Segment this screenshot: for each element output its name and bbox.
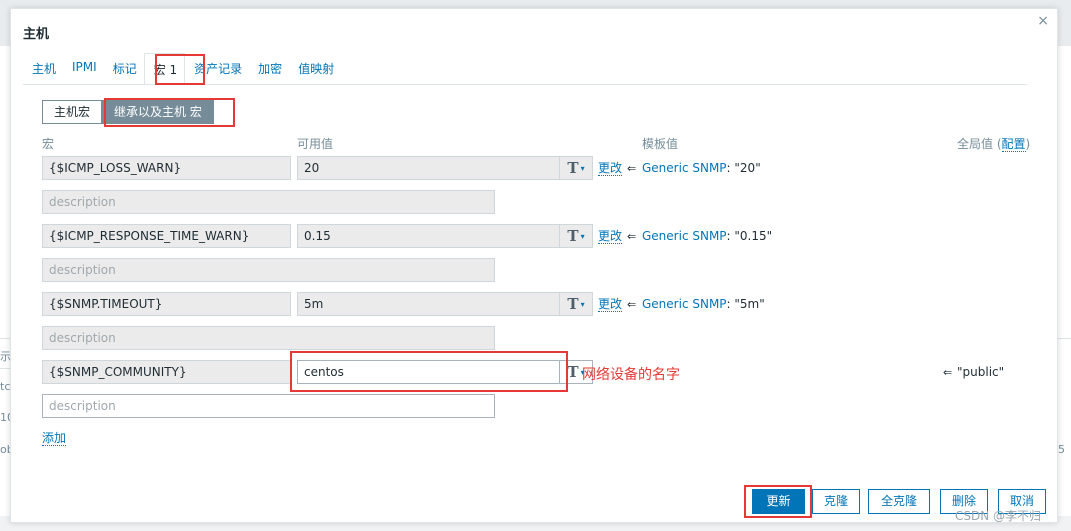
background-divider: [0, 338, 10, 339]
template-value-text: : "5m": [726, 297, 765, 311]
global-value-close: ): [1025, 137, 1031, 151]
global-value-label: 全局值 (: [957, 137, 1002, 151]
macro-value-field[interactable]: centos: [297, 360, 560, 384]
background-text: 示 ,: [0, 350, 10, 363]
inherit-arrow-icon: ⇐: [627, 298, 637, 311]
description-field[interactable]: description: [42, 326, 495, 350]
template-link[interactable]: Generic SNMP: [642, 161, 727, 175]
full-clone-button[interactable]: 全克隆: [868, 489, 930, 514]
background-text: 10: [0, 411, 10, 424]
value-type-button[interactable]: T ▾: [559, 292, 593, 316]
tab-macros[interactable]: 宏 1: [143, 53, 186, 85]
global-config-link[interactable]: 配置: [1001, 137, 1026, 152]
change-link[interactable]: 更改: [598, 161, 623, 176]
tab-tags[interactable]: 标记: [104, 53, 144, 85]
dialog-title: 主机: [23, 27, 50, 42]
watermark: CSDN @李不归: [955, 509, 1042, 523]
inherit-arrow-icon: ⇐: [627, 230, 637, 243]
update-button[interactable]: 更新: [752, 489, 805, 514]
host-dialog: 主机 × 主机 IPMI 标记 宏 1 资产记录 加密 值映射 主机宏 继承以及…: [10, 8, 1058, 523]
macro-name-field[interactable]: {$ICMP_RESPONSE_TIME_WARN}: [42, 224, 291, 248]
column-header-macro: 宏: [42, 137, 55, 151]
tab-ipmi[interactable]: IPMI: [63, 53, 104, 85]
description-field[interactable]: description: [42, 394, 495, 418]
text-type-icon: T: [567, 363, 579, 381]
background-text: obi: [0, 443, 10, 456]
text-type-icon: T: [567, 227, 579, 245]
template-link[interactable]: Generic SNMP: [642, 297, 727, 311]
value-type-button[interactable]: T ▾: [559, 224, 593, 248]
background-divider: [1058, 338, 1071, 339]
global-value: "public": [957, 365, 1005, 379]
add-macro-link[interactable]: 添加: [42, 431, 67, 446]
macro-value-field[interactable]: 20: [297, 156, 560, 180]
background-text: 5: [1058, 443, 1065, 456]
template-value: Generic SNMP: "0.15": [642, 229, 772, 243]
template-value-text: : "0.15": [726, 229, 773, 243]
description-field[interactable]: description: [42, 190, 495, 214]
tab-encryption[interactable]: 加密: [249, 53, 289, 85]
background-divider: [0, 368, 10, 369]
template-value: Generic SNMP: "20": [642, 161, 761, 175]
macro-value-field[interactable]: 5m: [297, 292, 560, 316]
description-field[interactable]: description: [42, 258, 495, 282]
text-type-icon: T: [567, 295, 579, 313]
template-value-text: : "20": [726, 161, 761, 175]
inherit-arrow-icon: ⇐: [627, 162, 637, 175]
column-header-template-value: 模板值: [642, 137, 679, 151]
clone-button[interactable]: 克隆: [812, 489, 860, 514]
value-type-button[interactable]: T ▾: [559, 156, 593, 180]
chevron-down-icon: ▾: [580, 231, 585, 241]
column-header-global-value: 全局值 (配置): [957, 135, 1030, 152]
change-link[interactable]: 更改: [598, 229, 623, 244]
inherit-arrow-icon: ⇐: [943, 366, 953, 379]
background-text: tcl: [0, 380, 10, 393]
column-header-value: 可用值: [297, 137, 334, 151]
host-macros-button[interactable]: 主机宏: [42, 100, 103, 124]
template-value: Generic SNMP: "5m": [642, 297, 765, 311]
text-type-icon: T: [567, 159, 579, 177]
chevron-down-icon: ▾: [580, 163, 585, 173]
change-link[interactable]: 更改: [598, 297, 623, 312]
macro-name-field[interactable]: {$SNMP_COMMUNITY}: [42, 360, 291, 384]
tab-bar: 主机 IPMI 标记 宏 1 资产记录 加密 值映射: [23, 53, 341, 85]
inherited-macros-button[interactable]: 继承以及主机 宏: [102, 100, 214, 124]
macro-value-field[interactable]: 0.15: [297, 224, 560, 248]
chevron-down-icon: ▾: [580, 299, 585, 309]
tab-value-mapping[interactable]: 值映射: [289, 53, 341, 85]
annotation-text: 网络设备的名字: [582, 367, 680, 383]
template-link[interactable]: Generic SNMP: [642, 229, 727, 243]
macro-mode-switch: 主机宏 继承以及主机 宏: [42, 100, 214, 124]
tab-inventory[interactable]: 资产记录: [185, 53, 249, 85]
macro-name-field[interactable]: {$SNMP.TIMEOUT}: [42, 292, 291, 316]
close-icon[interactable]: ×: [1037, 13, 1049, 29]
tab-host[interactable]: 主机: [23, 53, 63, 85]
tabs-divider: [23, 84, 1027, 85]
macro-name-field[interactable]: {$ICMP_LOSS_WARN}: [42, 156, 291, 180]
